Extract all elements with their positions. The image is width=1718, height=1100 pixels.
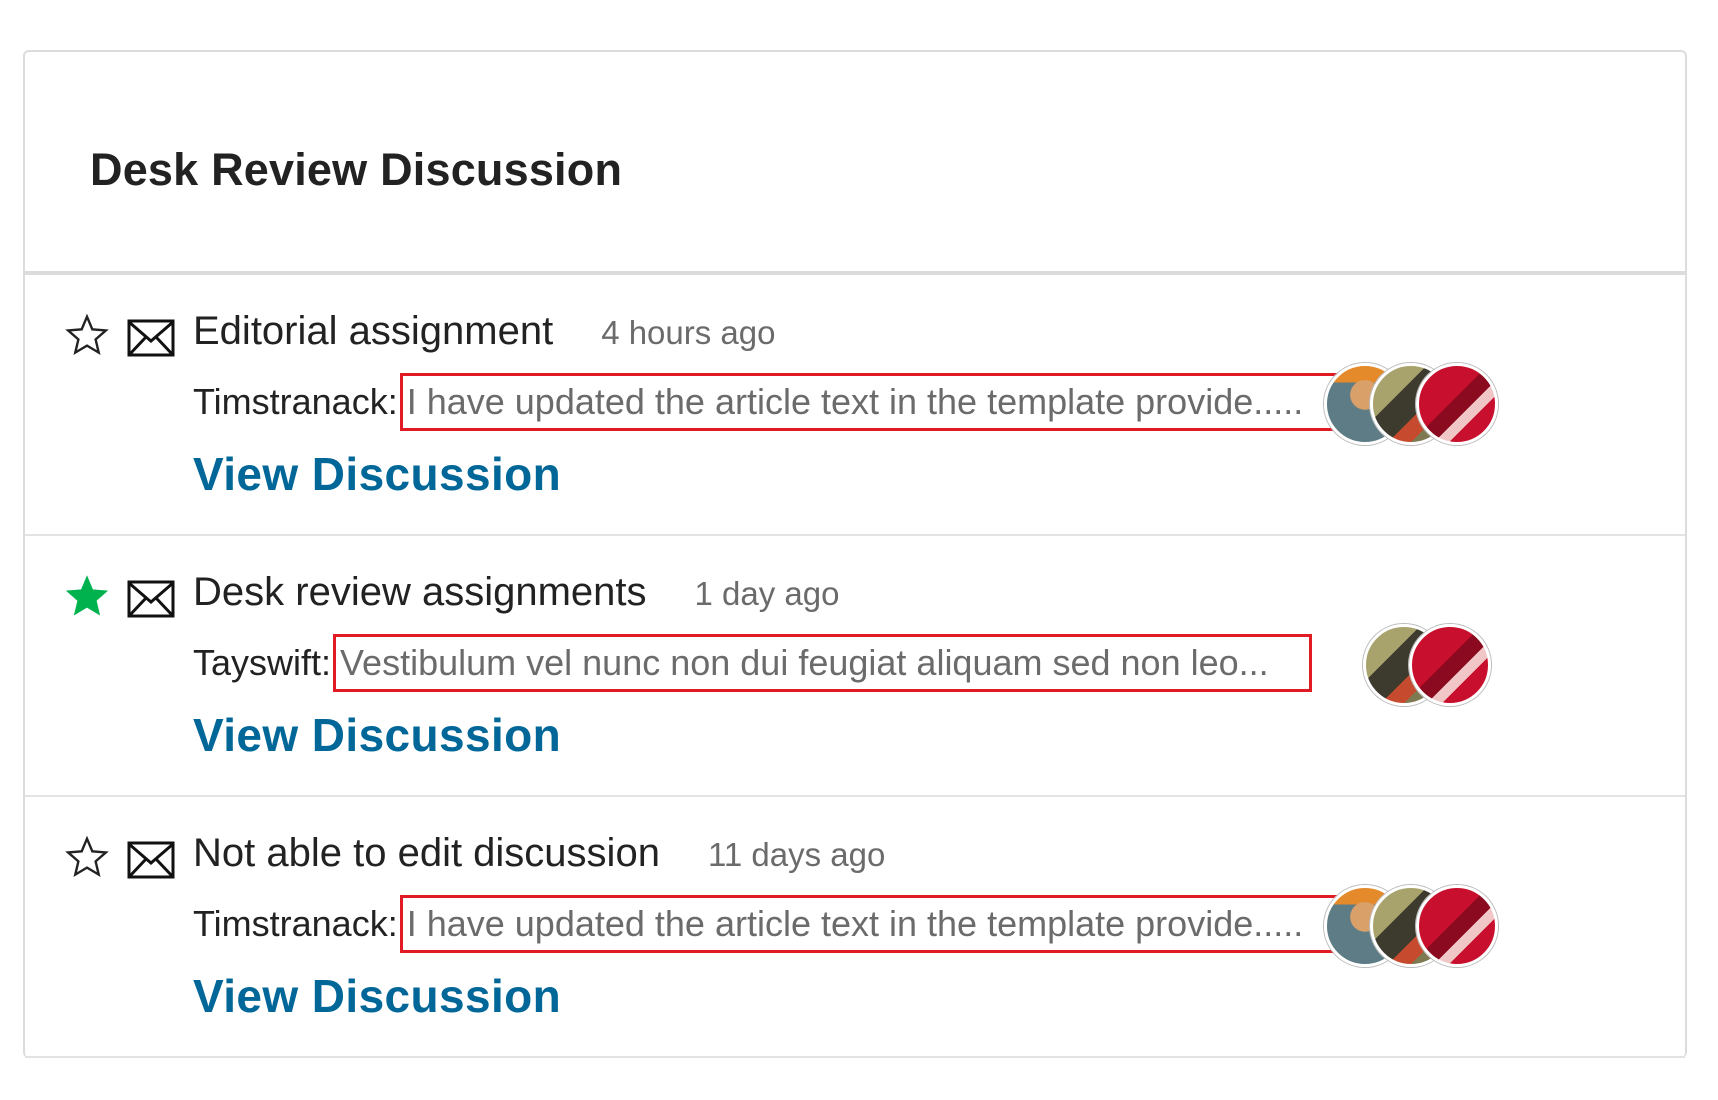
discussion-row: Desk review assignments 1 day ago Tayswi…: [25, 536, 1685, 797]
message-author: Timstranack:: [193, 903, 398, 944]
discussion-timestamp: 11 days ago: [707, 836, 886, 873]
discussion-title[interactable]: Editorial assignment: [193, 309, 553, 354]
last-message: Tayswift: Vestibulum vel nunc non dui fe…: [193, 634, 1312, 692]
discussion-topic: Not able to edit discussion 11 days ago: [193, 831, 885, 876]
panel-header: Desk Review Discussion: [25, 52, 1685, 275]
discussion-timestamp: 1 day ago: [694, 575, 840, 612]
discussion-topic: Editorial assignment 4 hours ago: [193, 309, 776, 354]
view-discussion-link[interactable]: View Discussion: [193, 708, 561, 762]
star-filled-icon[interactable]: [65, 574, 109, 618]
star-outline-icon[interactable]: [65, 835, 109, 879]
view-discussion-link[interactable]: View Discussion: [193, 447, 561, 501]
participant-avatars: [1324, 885, 1498, 967]
discussion-timestamp: 4 hours ago: [601, 314, 776, 351]
message-preview: I have updated the article text in the t…: [399, 895, 1347, 953]
last-message: Timstranack: I have updated the article …: [193, 895, 1347, 953]
participant-avatars: [1363, 624, 1491, 706]
message-author: Tayswift:: [193, 642, 332, 683]
last-message: Timstranack: I have updated the article …: [193, 373, 1347, 431]
participant-avatars: [1324, 363, 1498, 445]
envelope-icon[interactable]: [127, 319, 175, 357]
envelope-icon[interactable]: [127, 580, 175, 618]
discussion-title[interactable]: Not able to edit discussion: [193, 831, 660, 876]
message-author: Timstranack:: [193, 381, 398, 422]
view-discussion-link[interactable]: View Discussion: [193, 969, 561, 1023]
discussion-row: Editorial assignment 4 hours ago Timstra…: [25, 275, 1685, 536]
panel-title: Desk Review Discussion: [90, 144, 623, 195]
discussion-topic: Desk review assignments 1 day ago: [193, 570, 839, 615]
avatar: [1409, 624, 1491, 706]
avatar: [1416, 363, 1498, 445]
discussion-row: Not able to edit discussion 11 days ago …: [25, 797, 1685, 1058]
avatar: [1416, 885, 1498, 967]
star-outline-icon[interactable]: [65, 313, 109, 357]
envelope-icon[interactable]: [127, 841, 175, 879]
message-preview: I have updated the article text in the t…: [399, 373, 1347, 431]
discussion-title[interactable]: Desk review assignments: [193, 570, 647, 615]
message-preview: Vestibulum vel nunc non dui feugiat aliq…: [333, 634, 1312, 692]
discussion-panel: Desk Review Discussion Editorial assignm…: [23, 50, 1687, 1058]
